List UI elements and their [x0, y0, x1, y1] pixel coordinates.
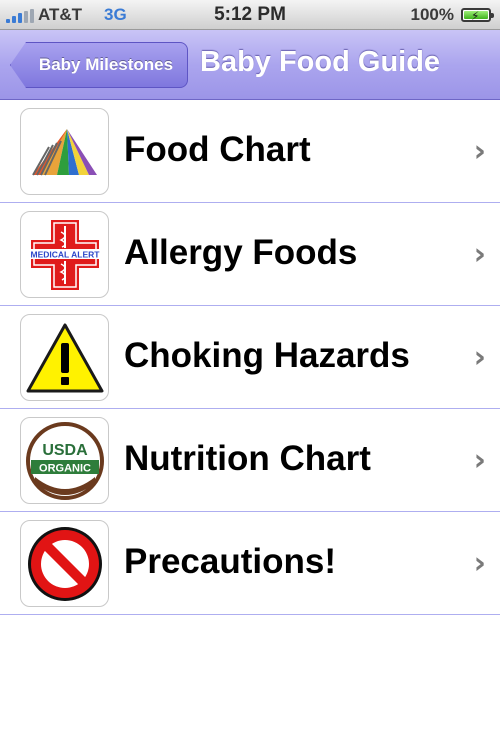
list-item-nutrition-chart[interactable]: USDA ORGANIC Nutrition Chart ›	[0, 409, 500, 512]
prohibited-sign-icon	[20, 520, 109, 607]
list-item-precautions[interactable]: Precautions! ›	[0, 512, 500, 615]
battery-icon: ⚡	[461, 8, 494, 23]
list-item-label: Food Chart	[124, 130, 311, 169]
back-button[interactable]: Baby Milestones	[10, 42, 188, 88]
status-bar: AT&T 3G 5:12 PM 100% ⚡	[0, 0, 500, 30]
chevron-right-icon: ›	[473, 340, 486, 375]
battery-percent: 100%	[410, 5, 454, 24]
chevron-right-icon: ›	[473, 546, 486, 581]
list-item-allergy-foods[interactable]: MEDICAL ALERT Allergy Foods ›	[0, 203, 500, 306]
page-title: Baby Food Guide	[200, 46, 441, 78]
svg-text:ORGANIC: ORGANIC	[39, 462, 91, 474]
list-item-label: Precautions!	[124, 542, 336, 581]
chevron-right-icon: ›	[473, 134, 486, 169]
list-item-choking-hazards[interactable]: Choking Hazards ›	[0, 306, 500, 409]
warning-triangle-icon	[20, 314, 109, 401]
chevron-right-icon: ›	[473, 237, 486, 272]
svg-text:USDA: USDA	[42, 442, 88, 459]
menu-list: Food Chart › MEDICAL ALERT Allergy Foods…	[0, 100, 500, 615]
back-button-label: Baby Milestones	[38, 55, 174, 74]
chevron-right-icon: ›	[473, 443, 486, 478]
usda-organic-icon: USDA ORGANIC	[20, 417, 109, 504]
food-pyramid-icon	[20, 108, 109, 195]
list-item-label: Allergy Foods	[124, 233, 358, 272]
svg-text:MEDICAL ALERT: MEDICAL ALERT	[30, 249, 100, 259]
navigation-bar: Baby Milestones Baby Food Guide	[0, 30, 500, 100]
list-item-food-chart[interactable]: Food Chart ›	[0, 100, 500, 203]
medical-alert-icon: MEDICAL ALERT	[20, 211, 109, 298]
list-item-label: Nutrition Chart	[124, 439, 371, 478]
list-item-label: Choking Hazards	[124, 336, 410, 375]
